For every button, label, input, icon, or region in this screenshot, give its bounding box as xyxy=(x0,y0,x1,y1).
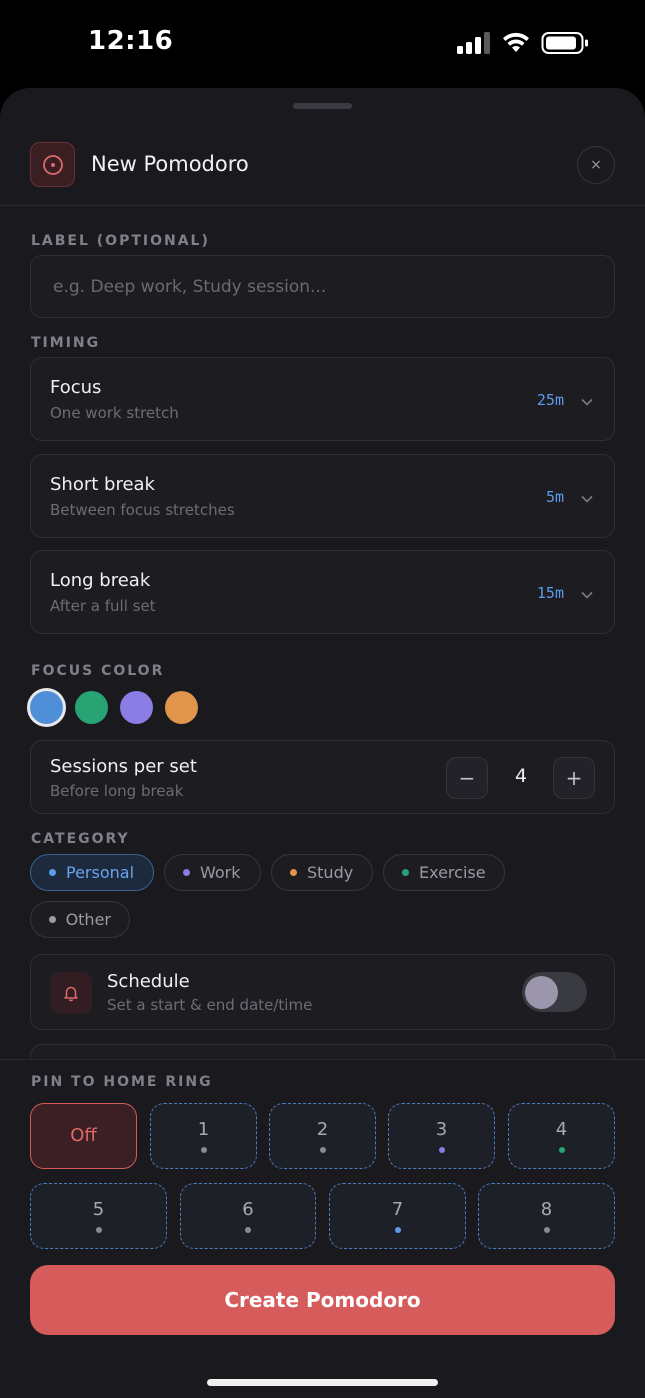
pin-slot-dot xyxy=(200,1146,207,1153)
category-chip-work[interactable]: Work xyxy=(164,854,261,891)
pin-slot-1[interactable]: 1 xyxy=(150,1103,257,1169)
schedule-row: Schedule Set a start & end date/time xyxy=(30,954,615,1030)
increment-button[interactable]: + xyxy=(553,757,595,799)
plus-icon: + xyxy=(565,766,583,790)
battery-icon xyxy=(541,32,588,54)
pin-slot-dot xyxy=(245,1226,251,1233)
close-button[interactable]: × xyxy=(577,146,615,184)
timing-row-value: 25m xyxy=(536,391,564,409)
page-title: New Pomodoro xyxy=(91,152,249,176)
create-pomodoro-button[interactable]: Create Pomodoro xyxy=(30,1265,615,1335)
pin-slot-number: 5 xyxy=(92,1198,105,1220)
sessions-sub: Before long break xyxy=(50,782,184,800)
timing-row-label: Focus xyxy=(50,377,102,398)
label-heading: LABEL (OPTIONAL) xyxy=(31,233,210,249)
pin-slot-number: 8 xyxy=(540,1198,553,1220)
color-swatch[interactable] xyxy=(30,691,63,724)
timing-row-value: 15m xyxy=(536,584,564,602)
timer-icon xyxy=(30,142,75,187)
pin-slot-dot xyxy=(438,1146,445,1153)
color-swatch[interactable] xyxy=(120,691,153,724)
pin-off-button[interactable]: Off xyxy=(30,1103,137,1169)
pin-slot-2[interactable]: 2 xyxy=(269,1103,376,1169)
category-chip-personal[interactable]: Personal xyxy=(30,854,154,891)
chevron-down-icon xyxy=(581,495,593,503)
decrement-button[interactable]: − xyxy=(446,757,488,799)
timing-row-focus[interactable]: Focus One work stretch 25m xyxy=(30,357,615,441)
timing-row-value: 5m xyxy=(545,488,564,506)
sheet-header: New Pomodoro × xyxy=(0,128,645,206)
timing-row-long-break[interactable]: Long break After a full set 15m xyxy=(30,550,615,634)
pin-panel: PIN TO HOME RING Off 1 2 3 4 5 6 7 8 Create Pom… xyxy=(0,1059,645,1398)
pin-slot-5[interactable]: 5 xyxy=(30,1183,167,1249)
home-indicator xyxy=(207,1379,438,1386)
chevron-down-icon xyxy=(581,591,593,599)
color-swatch[interactable] xyxy=(165,691,198,724)
timing-row-label: Short break xyxy=(50,474,155,495)
pin-slot-dot xyxy=(319,1146,326,1153)
pin-slot-3[interactable]: 3 xyxy=(388,1103,495,1169)
schedule-toggle[interactable] xyxy=(522,972,587,1012)
pin-heading: PIN TO HOME RING xyxy=(31,1074,213,1090)
timing-row-sub: One work stretch xyxy=(50,404,179,422)
status-time: 12:16 xyxy=(88,26,174,56)
schedule-label: Schedule xyxy=(107,971,190,992)
category-chip-label: Exercise xyxy=(419,863,486,882)
pin-slot-number: 4 xyxy=(555,1118,568,1140)
pin-slot-number: 2 xyxy=(316,1118,329,1140)
timing-row-label: Long break xyxy=(50,570,151,591)
pin-slot-4[interactable]: 4 xyxy=(508,1103,615,1169)
pin-slot-dot xyxy=(543,1226,550,1233)
category-dot xyxy=(402,869,409,876)
cellular-signal-icon xyxy=(457,32,490,54)
pin-slot-number: 6 xyxy=(242,1198,254,1220)
category-chip-exercise[interactable]: Exercise xyxy=(383,854,505,891)
sessions-per-set-row: Sessions per set Before long break − 4 + xyxy=(30,740,615,814)
timing-row-short-break[interactable]: Short break Between focus stretches 5m xyxy=(30,454,615,538)
label-field[interactable] xyxy=(30,255,615,318)
category-dot xyxy=(290,869,297,876)
pin-slot-8[interactable]: 8 xyxy=(478,1183,615,1249)
color-swatches xyxy=(30,691,198,725)
sheet-grabber[interactable] xyxy=(293,103,352,109)
pin-off-label: Off xyxy=(70,1125,97,1146)
close-icon: × xyxy=(590,157,602,173)
wifi-icon xyxy=(503,32,529,52)
toggle-knob xyxy=(525,976,558,1009)
chevron-down-icon xyxy=(581,398,593,406)
category-heading: CATEGORY xyxy=(31,831,130,847)
status-bar: 12:16 xyxy=(0,0,645,88)
category-dot xyxy=(49,869,56,876)
pin-slot-6[interactable]: 6 xyxy=(180,1183,316,1249)
sessions-count: 4 xyxy=(514,765,528,787)
new-pomodoro-sheet: New Pomodoro × LABEL (OPTIONAL) TIMING F… xyxy=(0,88,645,1398)
sessions-label: Sessions per set xyxy=(50,756,197,777)
category-chip-label: Other xyxy=(65,910,111,929)
category-chip-label: Work xyxy=(200,863,241,882)
category-chip-label: Study xyxy=(307,863,354,882)
category-chip-label: Personal xyxy=(66,863,135,882)
pin-slot-number: 1 xyxy=(197,1118,210,1140)
bell-icon xyxy=(50,972,92,1014)
pin-slot-number: 7 xyxy=(391,1198,404,1220)
color-swatch[interactable] xyxy=(75,691,108,724)
schedule-sub: Set a start & end date/time xyxy=(107,996,313,1014)
category-dot xyxy=(49,916,56,923)
pin-slot-dot xyxy=(95,1226,102,1233)
pin-slot-number: 3 xyxy=(435,1118,448,1140)
category-dot xyxy=(183,869,190,876)
pin-slot-7[interactable]: 7 xyxy=(329,1183,466,1249)
category-chip-other[interactable]: Other xyxy=(30,901,130,938)
timing-heading: TIMING xyxy=(31,335,101,351)
minus-icon: − xyxy=(458,766,476,790)
focus-color-heading: FOCUS COLOR xyxy=(31,663,165,679)
timing-row-sub: After a full set xyxy=(50,597,156,615)
pin-slot-dot xyxy=(394,1226,401,1233)
pin-slot-dot xyxy=(558,1146,565,1153)
timing-row-sub: Between focus stretches xyxy=(50,501,235,519)
category-chip-study[interactable]: Study xyxy=(271,854,373,891)
label-input[interactable] xyxy=(53,276,592,297)
